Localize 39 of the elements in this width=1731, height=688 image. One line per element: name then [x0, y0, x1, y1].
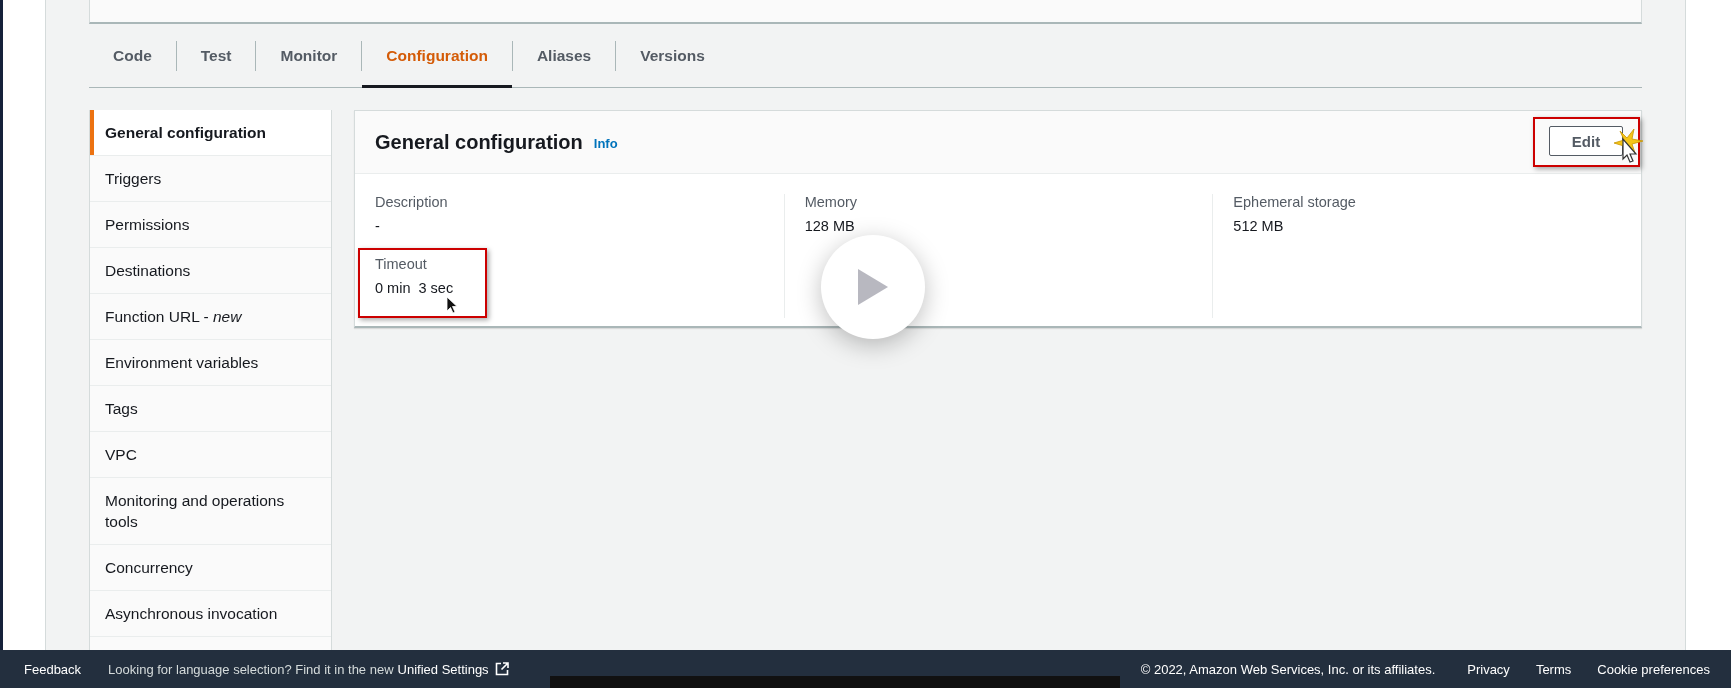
panel-title: General configuration: [375, 130, 583, 154]
footer-link[interactable]: Terms: [1535, 661, 1572, 677]
field-value: 0 min 3 sec: [375, 280, 454, 296]
feedback-link[interactable]: Feedback: [24, 661, 82, 677]
play-button[interactable]: [821, 235, 925, 339]
notice-text: Looking for language selection? Find it in the new: [108, 661, 394, 677]
tab[interactable]: Monitor: [256, 24, 362, 87]
field-value: 512 MB: [1233, 218, 1284, 234]
external-link-icon: [494, 662, 509, 676]
cursor-icon: [446, 296, 458, 314]
tab[interactable]: Code: [89, 24, 176, 87]
play-icon: [856, 267, 890, 307]
tab[interactable]: Versions: [616, 24, 729, 87]
tab[interactable]: Aliases: [512, 24, 616, 87]
sidebar-item[interactable]: Concurrency: [90, 545, 331, 590]
sidebar-item[interactable]: Monitoring and operations tools: [90, 478, 331, 544]
sidebar-item[interactable]: General configuration: [90, 110, 331, 155]
field-value: 128 MB: [804, 218, 855, 234]
copyright-text: © 2022, Amazon Web Services, Inc. or its affiliates.: [1140, 661, 1436, 677]
sidebar-item[interactable]: Destinations: [90, 248, 331, 293]
sidebar-item[interactable]: VPC: [90, 432, 331, 477]
sidebar-item[interactable]: Triggers: [90, 156, 331, 201]
sidebar-item[interactable]: Environment variables: [90, 340, 331, 385]
field-label: Ephemeral storage: [1233, 194, 1357, 210]
footer-link[interactable]: Cookie preferences: [1597, 661, 1710, 677]
field-label: Description: [375, 194, 449, 210]
sidebar-item[interactable]: Asynchronous invocation: [90, 591, 331, 636]
sidebar-item[interactable]: Function URL - new: [90, 294, 331, 339]
field-label: Memory: [804, 194, 859, 210]
footer-link[interactable]: Privacy: [1467, 661, 1510, 677]
tab[interactable]: Configuration: [362, 24, 512, 87]
field-value: -: [375, 218, 380, 234]
settings-link[interactable]: Unified Settings: [397, 661, 509, 677]
edit-button[interactable]: Edit: [1549, 126, 1623, 156]
info-link[interactable]: Info: [593, 136, 618, 151]
tab[interactable]: Test: [176, 24, 256, 87]
field-label: Timeout: [375, 256, 428, 272]
sidebar-item[interactable]: Permissions: [90, 202, 331, 247]
sidebar-item[interactable]: Tags: [90, 386, 331, 431]
